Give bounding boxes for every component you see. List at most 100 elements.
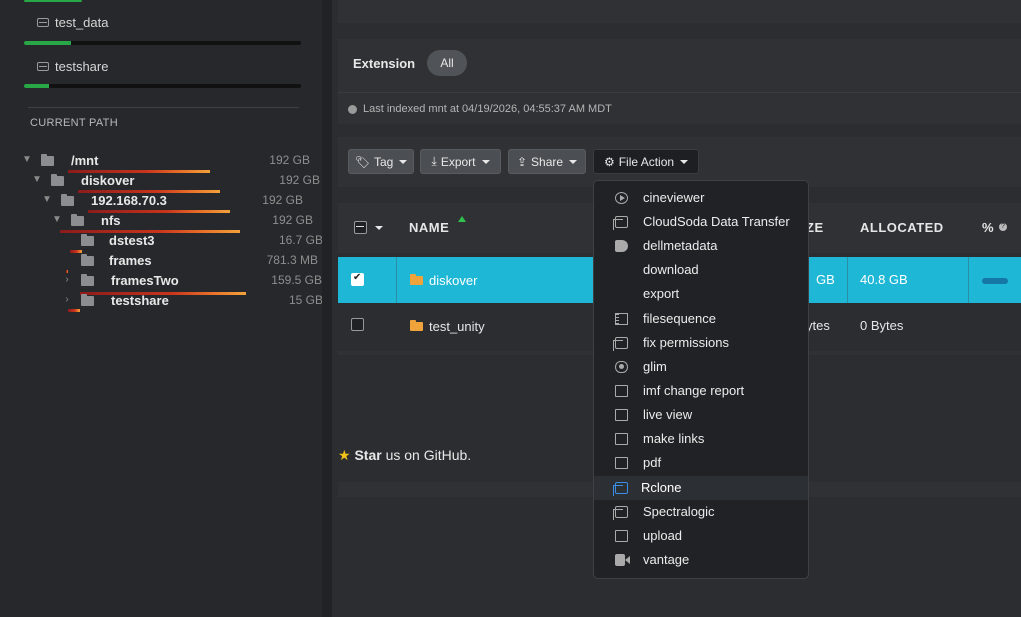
film-icon — [615, 313, 628, 325]
tree-item-dstest3[interactable]: dstest3 16.7 GB — [0, 232, 323, 252]
tags-icon — [615, 240, 628, 252]
row-allocated: 0 Bytes — [860, 318, 904, 333]
copy-icon — [613, 482, 628, 496]
disk-usage-bar — [24, 41, 301, 45]
menu-item-filesequence[interactable]: filesequence — [594, 307, 808, 331]
folder-open-icon — [615, 530, 628, 542]
folder-icon — [410, 274, 423, 285]
chevron-right-icon[interactable]: › — [62, 274, 72, 285]
chevron-down-icon[interactable]: ▼ — [22, 154, 32, 165]
row-size: ytes — [806, 318, 830, 333]
divider — [28, 107, 299, 108]
tree-label: /mnt — [71, 153, 99, 168]
tree-label: framesTwo — [111, 273, 179, 288]
menu-item-dellmetadata[interactable]: dellmetadata — [594, 234, 808, 258]
last-indexed-info: Last indexed mnt at 04/19/2026, 04:55:37… — [348, 103, 612, 115]
star-label: Star — [354, 447, 382, 463]
row-name[interactable]: test_unity — [429, 319, 485, 334]
folder-icon — [81, 274, 94, 286]
eye-icon — [615, 361, 628, 373]
menu-item-cineviewer[interactable]: cineviewer — [594, 186, 808, 210]
tree-size: 16.7 GB — [278, 233, 323, 247]
hdd-icon — [37, 18, 49, 27]
chevron-down-icon[interactable]: ▼ — [32, 174, 42, 185]
disk-label: testshare — [55, 59, 109, 74]
export-button[interactable]: ⤓ Export — [420, 149, 501, 174]
tree-item-diskover[interactable]: ▼ diskover 192 GB — [0, 172, 320, 192]
menu-item-cloudsoda[interactable]: CloudSoda Data Transfer — [594, 210, 808, 234]
menu-item-rclone[interactable]: Rclone — [594, 476, 808, 500]
menu-item-make-links[interactable]: make links — [594, 427, 808, 451]
tree-item-testshare[interactable]: › testshare 15 GB — [0, 292, 323, 312]
menu-item-vantage[interactable]: vantage — [594, 548, 808, 572]
sidebar-scroll-strip[interactable] — [322, 0, 332, 617]
tree-label: testshare — [111, 293, 169, 308]
tree-item-nfs[interactable]: ▼ nfs 192 GB — [0, 212, 313, 232]
menu-item-upload[interactable]: upload — [594, 524, 808, 548]
size-heat-bar — [68, 309, 80, 312]
menu-item-label: cineviewer — [643, 190, 705, 205]
star-icon: ★ — [338, 447, 351, 463]
menu-item-label: glim — [643, 359, 667, 374]
share-button[interactable]: ⇪ Share — [508, 149, 586, 174]
folder-open-icon — [615, 433, 628, 445]
tree-item-frames[interactable]: frames 781.3 MB — [0, 252, 318, 272]
cell-divider — [396, 257, 397, 303]
menu-item-fix-permissions[interactable]: fix permissions — [594, 331, 808, 355]
tree-item-framestwo[interactable]: › framesTwo 159.5 GB — [0, 272, 322, 292]
menu-item-label: fix permissions — [643, 335, 729, 350]
cell-divider — [968, 257, 969, 303]
tree-item-ip[interactable]: ▼ 192.168.70.3 192 GB — [0, 192, 303, 212]
sort-asc-icon[interactable] — [458, 216, 466, 222]
tree-size: 192 GB — [279, 173, 320, 187]
usage-bar-top — [24, 0, 82, 2]
menu-item-label: filesequence — [643, 311, 716, 326]
row-checkbox[interactable] — [351, 318, 364, 331]
copy-icon — [613, 337, 628, 351]
copy-icon — [613, 506, 628, 520]
row-checkbox[interactable] — [351, 272, 364, 286]
menu-item-label: CloudSoda Data Transfer — [643, 214, 790, 229]
disk-item-test-data[interactable]: test_data — [37, 15, 109, 30]
tree-label: frames — [109, 253, 152, 268]
menu-item-label: Spectralogic — [643, 504, 715, 519]
tree-size: 192 GB — [262, 193, 303, 207]
column-header-percent[interactable]: % — [982, 220, 994, 235]
chevron-down-icon[interactable]: ▼ — [42, 194, 52, 205]
tree-size: 159.5 GB — [271, 273, 322, 287]
select-all-checkbox[interactable] — [354, 221, 367, 234]
file-action-button[interactable]: ⚙ File Action — [593, 149, 699, 174]
menu-item-spectralogic[interactable]: Spectralogic — [594, 500, 808, 524]
play-circle-icon — [615, 192, 628, 204]
file-action-button-label: File Action — [618, 154, 675, 169]
menu-item-download[interactable]: download — [594, 258, 808, 282]
hdd-icon — [37, 62, 49, 71]
menu-item-glim[interactable]: glim — [594, 355, 808, 379]
tag-button[interactable]: 🏷 Tag — [348, 149, 414, 174]
chevron-right-icon[interactable]: › — [62, 294, 72, 305]
tree-label: diskover — [81, 173, 135, 188]
folder-open-icon — [615, 457, 628, 469]
menu-item-pdf[interactable]: pdf — [594, 451, 808, 475]
github-star-link[interactable]: ★ Star us on GitHub. — [338, 447, 471, 464]
column-header-allocated[interactable]: ALLOCATED — [860, 220, 944, 235]
column-header-name[interactable]: NAME — [409, 220, 449, 235]
disk-item-testshare[interactable]: testshare — [37, 59, 108, 74]
help-icon[interactable]: ? — [999, 223, 1007, 231]
chevron-down-icon[interactable]: ▼ — [52, 214, 62, 225]
percent-bar — [982, 278, 1008, 284]
menu-item-live-view[interactable]: live view — [594, 403, 808, 427]
caret-down-icon — [680, 159, 689, 164]
menu-item-export[interactable]: export — [594, 282, 808, 306]
caret-down-icon[interactable] — [375, 226, 383, 230]
menu-item-imf-change-report[interactable]: imf change report — [594, 379, 808, 403]
row-name[interactable]: diskover — [429, 273, 477, 288]
menu-item-label: imf change report — [643, 383, 745, 398]
extension-filter-pill[interactable]: All — [427, 50, 467, 76]
divider — [338, 92, 1021, 93]
folder-open-icon — [615, 409, 628, 421]
github-text: us on GitHub. — [381, 447, 472, 463]
tree-item-mnt[interactable]: ▼ /mnt 192 GB — [0, 152, 320, 172]
top-panel — [338, 0, 1021, 23]
current-path-label: CURRENT PATH — [30, 117, 118, 129]
